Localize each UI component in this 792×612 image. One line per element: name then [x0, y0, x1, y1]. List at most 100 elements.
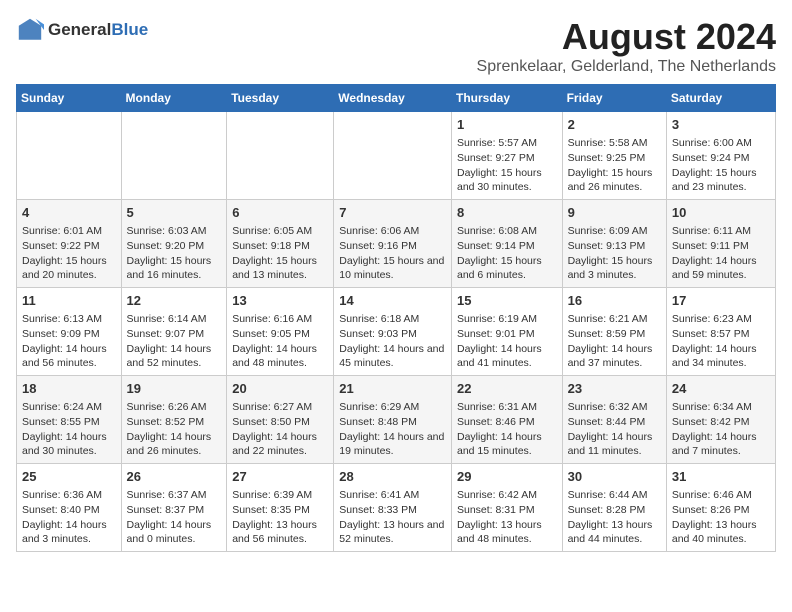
- day-header-sunday: Sunday: [17, 85, 122, 112]
- day-info: Sunrise: 6:31 AMSunset: 8:46 PMDaylight:…: [457, 400, 557, 459]
- day-number: 26: [127, 468, 222, 486]
- calendar-week-row: 25Sunrise: 6:36 AMSunset: 8:40 PMDayligh…: [17, 464, 776, 552]
- day-info: Sunrise: 6:39 AMSunset: 8:35 PMDaylight:…: [232, 488, 328, 547]
- calendar-cell: 30 Sunrise: 6:44 AMSunset: 8:28 PMDayligh…: [562, 464, 666, 552]
- calendar-cell: 13Sunrise: 6:16 AMSunset: 9:05 PMDayligh…: [227, 288, 334, 376]
- logo-general: General: [48, 20, 111, 39]
- calendar-cell: 5 Sunrise: 6:03 AMSunset: 9:20 PMDaylight…: [121, 200, 227, 288]
- day-info: Sunrise: 6:41 AMSunset: 8:33 PMDaylight:…: [339, 488, 446, 547]
- calendar-cell: 31Sunrise: 6:46 AMSunset: 8:26 PMDayligh…: [666, 464, 775, 552]
- day-info: Sunrise: 6:01 AMSunset: 9:22 PMDaylight:…: [22, 224, 116, 283]
- day-number: 4: [22, 204, 116, 222]
- day-info: Sunrise: 5:58 AMSunset: 9:25 PMDaylight:…: [568, 136, 661, 195]
- calendar-cell: 15 Sunrise: 6:19 AMSunset: 9:01 PMDayligh…: [451, 288, 562, 376]
- day-info: Sunrise: 6:29 AMSunset: 8:48 PMDaylight:…: [339, 400, 446, 459]
- day-info: Sunrise: 6:08 AMSunset: 9:14 PMDaylight:…: [457, 224, 557, 283]
- calendar-cell: 7Sunrise: 6:06 AMSunset: 9:16 PMDaylight…: [334, 200, 452, 288]
- calendar-cell: 3 Sunrise: 6:00 AMSunset: 9:24 PMDaylight…: [666, 112, 775, 200]
- day-number: 18: [22, 380, 116, 398]
- day-number: 24: [672, 380, 770, 398]
- title-area: August 2024 Sprenkelaar, Gelderland, The…: [477, 16, 776, 76]
- calendar-cell: 12 Sunrise: 6:14 AMSunset: 9:07 PMDayligh…: [121, 288, 227, 376]
- day-header-wednesday: Wednesday: [334, 85, 452, 112]
- day-header-saturday: Saturday: [666, 85, 775, 112]
- calendar-cell: [334, 112, 452, 200]
- calendar-cell: 26 Sunrise: 6:37 AMSunset: 8:37 PMDayligh…: [121, 464, 227, 552]
- calendar-cell: 4 Sunrise: 6:01 AMSunset: 9:22 PMDaylight…: [17, 200, 122, 288]
- calendar-cell: 9Sunrise: 6:09 AMSunset: 9:13 PMDaylight…: [562, 200, 666, 288]
- day-info: Sunrise: 6:14 AMSunset: 9:07 PMDaylight:…: [127, 312, 222, 371]
- day-info: Sunrise: 6:05 AMSunset: 9:18 PMDaylight:…: [232, 224, 328, 283]
- day-info: Sunrise: 6:03 AMSunset: 9:20 PMDaylight:…: [127, 224, 222, 283]
- day-number: 22: [457, 380, 557, 398]
- calendar-cell: 1Sunrise: 5:57 AMSunset: 9:27 PMDaylight…: [451, 112, 562, 200]
- calendar-cell: 2Sunrise: 5:58 AMSunset: 9:25 PMDaylight…: [562, 112, 666, 200]
- day-number: 9: [568, 204, 661, 222]
- day-info: Sunrise: 6:37 AMSunset: 8:37 PMDaylight:…: [127, 488, 222, 547]
- page-title: August 2024: [477, 16, 776, 58]
- day-number: 30: [568, 468, 661, 486]
- day-header-tuesday: Tuesday: [227, 85, 334, 112]
- calendar-cell: 27 Sunrise: 6:39 AMSunset: 8:35 PMDayligh…: [227, 464, 334, 552]
- calendar-cell: [227, 112, 334, 200]
- day-number: 27: [232, 468, 328, 486]
- day-number: 5: [127, 204, 222, 222]
- calendar-cell: 24 Sunrise: 6:34 AMSunset: 8:42 PMDayligh…: [666, 376, 775, 464]
- day-info: Sunrise: 6:06 AMSunset: 9:16 PMDaylight:…: [339, 224, 446, 283]
- day-info: Sunrise: 6:27 AMSunset: 8:50 PMDaylight:…: [232, 400, 328, 459]
- day-info: Sunrise: 6:16 AMSunset: 9:05 PMDaylight:…: [232, 312, 328, 371]
- day-number: 12: [127, 292, 222, 310]
- calendar-header-row: SundayMondayTuesdayWednesdayThursdayFrid…: [17, 85, 776, 112]
- calendar-cell: 19Sunrise: 6:26 AMSunset: 8:52 PMDayligh…: [121, 376, 227, 464]
- day-header-thursday: Thursday: [451, 85, 562, 112]
- calendar-week-row: 11 Sunrise: 6:13 AMSunset: 9:09 PMDayligh…: [17, 288, 776, 376]
- calendar-week-row: 4 Sunrise: 6:01 AMSunset: 9:22 PMDaylight…: [17, 200, 776, 288]
- day-number: 19: [127, 380, 222, 398]
- day-number: 29: [457, 468, 557, 486]
- day-info: Sunrise: 6:00 AMSunset: 9:24 PMDaylight:…: [672, 136, 770, 195]
- logo: GeneralBlue: [16, 16, 148, 44]
- day-info: Sunrise: 6:11 AMSunset: 9:11 PMDaylight:…: [672, 224, 770, 283]
- day-info: Sunrise: 6:36 AMSunset: 8:40 PMDaylight:…: [22, 488, 116, 547]
- calendar-cell: 18 Sunrise: 6:24 AMSunset: 8:55 PMDayligh…: [17, 376, 122, 464]
- day-info: Sunrise: 6:32 AMSunset: 8:44 PMDaylight:…: [568, 400, 661, 459]
- calendar-cell: 11 Sunrise: 6:13 AMSunset: 9:09 PMDayligh…: [17, 288, 122, 376]
- day-info: Sunrise: 6:21 AMSunset: 8:59 PMDaylight:…: [568, 312, 661, 371]
- calendar-cell: 17Sunrise: 6:23 AMSunset: 8:57 PMDayligh…: [666, 288, 775, 376]
- day-number: 6: [232, 204, 328, 222]
- page-subtitle: Sprenkelaar, Gelderland, The Netherlands: [477, 58, 776, 76]
- day-header-friday: Friday: [562, 85, 666, 112]
- calendar-cell: 10 Sunrise: 6:11 AMSunset: 9:11 PMDayligh…: [666, 200, 775, 288]
- day-number: 10: [672, 204, 770, 222]
- day-info: Sunrise: 6:34 AMSunset: 8:42 PMDaylight:…: [672, 400, 770, 459]
- day-number: 15: [457, 292, 557, 310]
- day-number: 3: [672, 116, 770, 134]
- day-number: 21: [339, 380, 446, 398]
- header: GeneralBlue August 2024 Sprenkelaar, Gel…: [16, 16, 776, 76]
- calendar-cell: 14 Sunrise: 6:18 AMSunset: 9:03 PMDayligh…: [334, 288, 452, 376]
- calendar-cell: [17, 112, 122, 200]
- day-number: 8: [457, 204, 557, 222]
- day-info: Sunrise: 6:18 AMSunset: 9:03 PMDaylight:…: [339, 312, 446, 371]
- calendar-cell: 29 Sunrise: 6:42 AMSunset: 8:31 PMDayligh…: [451, 464, 562, 552]
- logo-blue: Blue: [111, 20, 148, 39]
- day-info: Sunrise: 6:19 AMSunset: 9:01 PMDaylight:…: [457, 312, 557, 371]
- day-info: Sunrise: 6:13 AMSunset: 9:09 PMDaylight:…: [22, 312, 116, 371]
- calendar-cell: 23 Sunrise: 6:32 AMSunset: 8:44 PMDayligh…: [562, 376, 666, 464]
- calendar-cell: 25Sunrise: 6:36 AMSunset: 8:40 PMDayligh…: [17, 464, 122, 552]
- day-info: Sunrise: 6:44 AMSunset: 8:28 PMDaylight:…: [568, 488, 661, 547]
- day-number: 14: [339, 292, 446, 310]
- calendar-cell: [121, 112, 227, 200]
- day-number: 23: [568, 380, 661, 398]
- day-number: 28: [339, 468, 446, 486]
- calendar-cell: 28 Sunrise: 6:41 AMSunset: 8:33 PMDayligh…: [334, 464, 452, 552]
- day-number: 11: [22, 292, 116, 310]
- calendar-table: SundayMondayTuesdayWednesdayThursdayFrid…: [16, 84, 776, 552]
- calendar-cell: 21 Sunrise: 6:29 AMSunset: 8:48 PMDayligh…: [334, 376, 452, 464]
- day-info: Sunrise: 6:23 AMSunset: 8:57 PMDaylight:…: [672, 312, 770, 371]
- calendar-cell: 6 Sunrise: 6:05 AMSunset: 9:18 PMDaylight…: [227, 200, 334, 288]
- day-info: Sunrise: 5:57 AMSunset: 9:27 PMDaylight:…: [457, 136, 557, 195]
- day-info: Sunrise: 6:42 AMSunset: 8:31 PMDaylight:…: [457, 488, 557, 547]
- day-info: Sunrise: 6:24 AMSunset: 8:55 PMDaylight:…: [22, 400, 116, 459]
- day-number: 16: [568, 292, 661, 310]
